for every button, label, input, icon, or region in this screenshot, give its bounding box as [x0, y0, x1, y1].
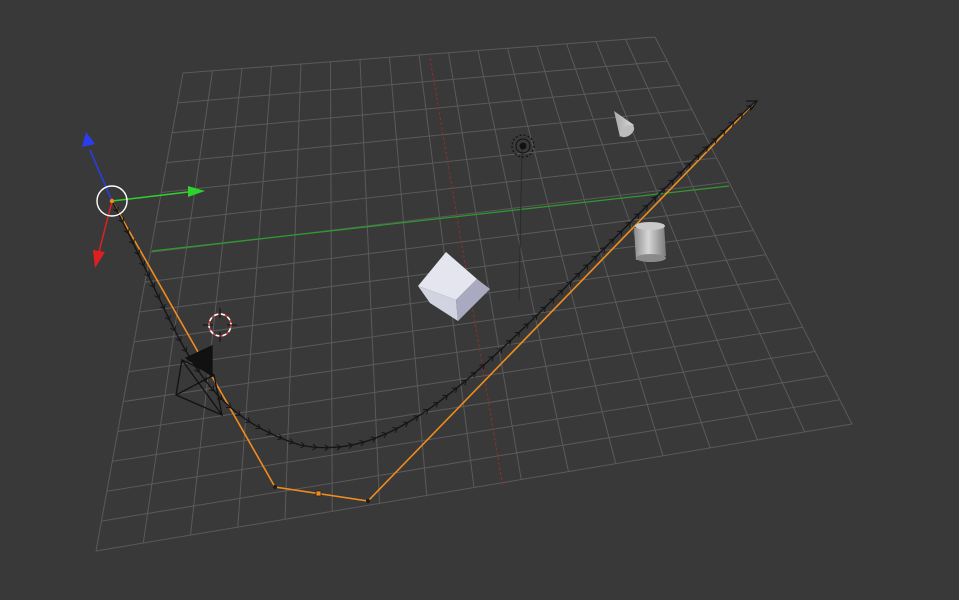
x-axis-arrow-icon[interactable]: [93, 250, 105, 268]
z-axis-arrow-icon[interactable]: [82, 132, 95, 147]
camera-object[interactable]: [175, 344, 223, 417]
grid-line: [654, 36, 853, 425]
3d-cursor[interactable]: [203, 308, 237, 342]
cube-icon: [418, 252, 490, 321]
cube-object[interactable]: [418, 252, 490, 321]
grid-line: [95, 423, 853, 552]
cylinder-object[interactable]: [634, 222, 666, 262]
grid-line: [477, 50, 569, 472]
cylinder-icon: [634, 222, 666, 262]
grid-line: [101, 399, 840, 522]
3d-viewport[interactable]: [0, 0, 959, 600]
grid-line: [507, 48, 617, 464]
grid-line: [117, 326, 803, 432]
lamp-line: [518, 145, 523, 301]
viewport-canvas[interactable]: [0, 0, 959, 600]
